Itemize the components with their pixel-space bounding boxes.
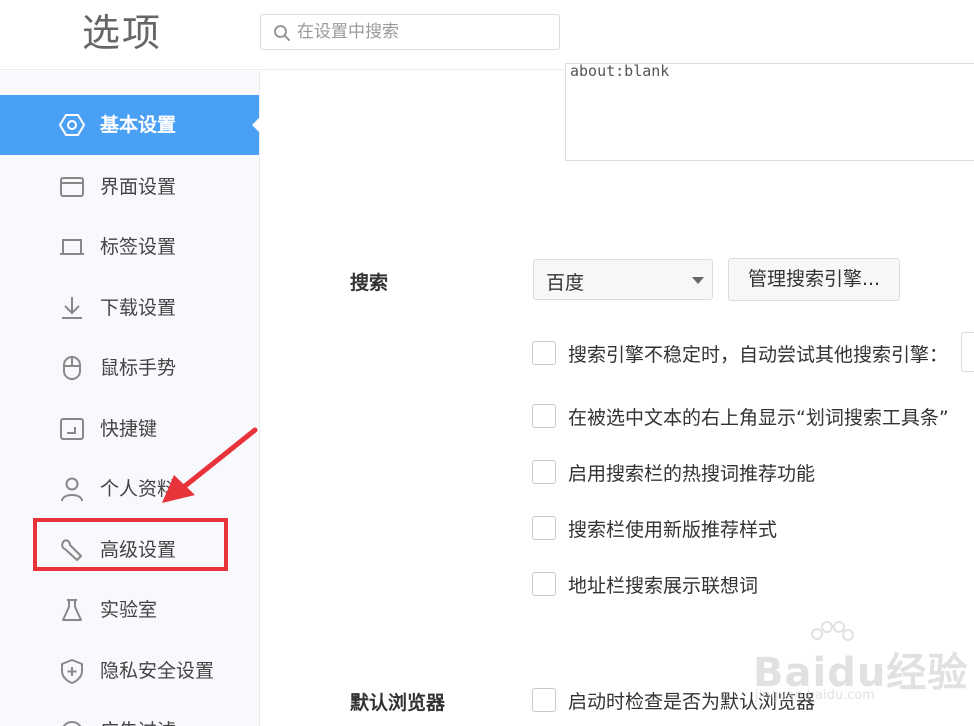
- sidebar-item-mouse-gesture[interactable]: 鼠标手势: [0, 338, 259, 398]
- checkbox[interactable]: [532, 516, 556, 540]
- sidebar-item-privacy[interactable]: 隐私安全设置: [0, 641, 259, 701]
- sidebar-item-label: 界面设置: [100, 176, 177, 198]
- sidebar-item-label: 标签设置: [100, 236, 177, 258]
- search-engine-value: 百度: [546, 272, 585, 294]
- chevron-down-icon: [692, 277, 704, 284]
- search-input[interactable]: [297, 15, 552, 49]
- option-label: 搜索引擎不稳定时，自动尝试其他搜索引擎：: [568, 344, 949, 366]
- sidebar-item-label: 隐私安全设置: [100, 660, 215, 682]
- sidebar-item-tabs[interactable]: 标签设置: [0, 217, 259, 277]
- baidu-watermark: Baidu经验 jingyan.baidu.com: [745, 620, 970, 710]
- header: 选项: [0, 0, 974, 70]
- checkbox[interactable]: [532, 688, 556, 712]
- search-icon: [274, 25, 290, 41]
- tab-icon: [60, 239, 84, 255]
- option-label: 启用搜索栏的热搜词推荐功能: [568, 463, 816, 485]
- window-icon: [60, 177, 84, 197]
- mouse-icon: [63, 356, 81, 380]
- checkbox[interactable]: [532, 572, 556, 596]
- option-label: 地址栏搜索展示联想词: [568, 575, 759, 597]
- sidebar-item-label: 鼠标手势: [100, 357, 177, 379]
- option-label: 搜索栏使用新版推荐样式: [568, 519, 778, 541]
- option-label: 在被选中文本的右上角显示“划词搜索工具条”: [568, 407, 949, 429]
- settings-search[interactable]: [260, 14, 560, 50]
- manage-search-engines-button[interactable]: 管理搜索引擎...: [728, 258, 900, 301]
- sidebar-item-lab[interactable]: 实验室: [0, 580, 259, 640]
- sidebar-item-label: 广告过滤: [100, 718, 176, 726]
- homepage-textarea[interactable]: about:blank: [565, 62, 974, 161]
- sidebar-item-adblock[interactable]: 广告过滤: [0, 701, 259, 726]
- search-section-label: 搜索: [350, 272, 389, 294]
- hexagon-gear-icon: [58, 114, 86, 136]
- fallback-engine-select[interactable]: [961, 332, 974, 372]
- download-icon: [62, 297, 82, 319]
- checkbox[interactable]: [532, 460, 556, 484]
- search-engine-select[interactable]: 百度: [533, 259, 713, 300]
- red-arrow-annotation: [162, 427, 258, 503]
- sidebar-item-label: 下载设置: [100, 297, 177, 319]
- homepage-value: about:blank: [570, 62, 670, 80]
- sidebar-item-download[interactable]: 下载设置: [0, 278, 259, 338]
- checkbox[interactable]: [532, 341, 556, 365]
- sidebar-item-label: 实验室: [100, 599, 158, 621]
- default-browser-section-label: 默认浏览器: [350, 692, 446, 714]
- sidebar-item-basic[interactable]: 基本设置: [0, 95, 260, 155]
- watermark-sub: jingyan.baidu.com: [755, 688, 875, 703]
- sidebar-item-interface[interactable]: 界面设置: [0, 157, 259, 217]
- sidebar: 基本设置 界面设置 标签设置 下载设置 鼠标手势 快捷键 个人资料 高级设置 实…: [0, 71, 260, 726]
- flask-icon: [62, 599, 82, 621]
- sidebar-item-label: 快捷键: [100, 418, 158, 440]
- shortcut-icon: [60, 418, 84, 440]
- filter-icon: [62, 721, 82, 726]
- shield-plus-icon: [61, 659, 83, 684]
- user-icon: [61, 477, 83, 502]
- page-title: 选项: [82, 11, 163, 55]
- checkbox[interactable]: [532, 404, 556, 428]
- sidebar-item-label: 基本设置: [100, 114, 177, 136]
- highlight-annotation: [33, 518, 228, 571]
